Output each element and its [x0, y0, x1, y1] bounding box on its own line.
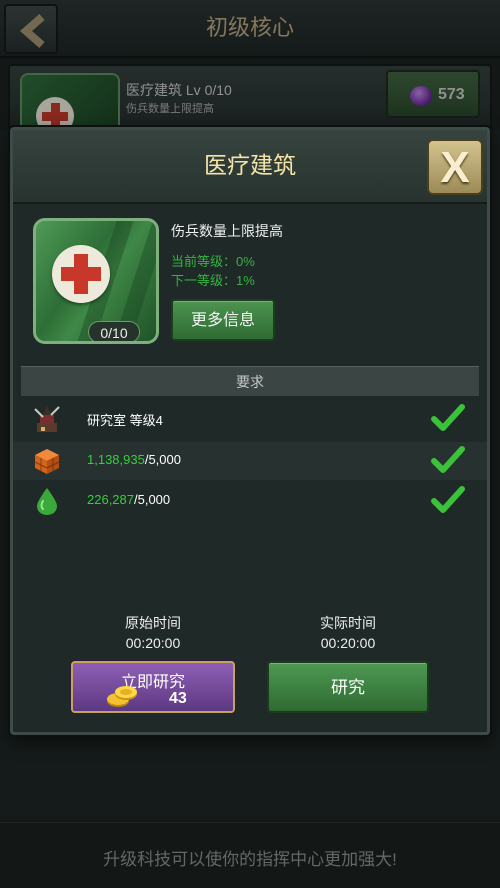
brick-resource-icon — [34, 449, 60, 474]
resource-needed: /5,000 — [144, 452, 181, 467]
requirement-label: 1,138,935/5,000 — [87, 452, 181, 467]
medical-building-icon: 0/10 — [33, 218, 159, 344]
instant-research-label: 立即研究 — [120, 674, 185, 691]
next-level-text: 下一等级：1% — [171, 273, 255, 288]
actual-time-value: 00:20:00 — [320, 635, 376, 651]
close-button[interactable]: X — [427, 139, 483, 195]
gold-coins-icon — [107, 686, 137, 707]
tech-description: 伤兵数量上限提高 — [171, 223, 283, 239]
tech-detail-dialog: 医疗建筑 X 0/10 伤兵数量上限提高 当前等级：0% 下一等级：1% 更多信… — [10, 127, 490, 735]
research-button[interactable]: 研究 — [267, 661, 429, 713]
requirement-row: 226,287/5,000 — [13, 482, 487, 520]
requirements-header: 要求 — [21, 366, 479, 396]
close-icon: X — [440, 143, 470, 192]
original-time-value: 00:20:00 — [125, 635, 181, 651]
level-badge: 0/10 — [88, 321, 140, 341]
resource-owned: 226,287 — [87, 492, 134, 507]
water-drop-resource-icon — [37, 488, 57, 515]
requirement-row: 研究室 等级4 — [13, 400, 487, 438]
resource-owned: 1,138,935 — [87, 452, 145, 467]
instant-research-cost: 43 — [169, 690, 187, 707]
instant-research-button[interactable]: 立即研究 43 — [71, 661, 235, 713]
requirement-row: 1,138,935/5,000 — [13, 442, 487, 480]
resource-needed: /5,000 — [134, 492, 171, 507]
requirement-label: 研究室 等级4 — [87, 413, 163, 428]
dialog-header: 医疗建筑 X — [13, 130, 487, 204]
check-icon — [431, 446, 465, 473]
red-cross-icon — [52, 245, 110, 303]
more-info-button[interactable]: 更多信息 — [171, 299, 275, 341]
requirement-label: 226,287/5,000 — [87, 492, 170, 507]
check-icon — [431, 404, 465, 431]
dialog-title: 医疗建筑 — [204, 153, 296, 179]
research-lab-icon — [34, 405, 60, 432]
original-time-label: 原始时间 — [125, 615, 181, 631]
check-icon — [431, 486, 465, 513]
current-level-text: 当前等级：0% — [171, 254, 255, 269]
actual-time-label: 实际时间 — [320, 615, 376, 631]
